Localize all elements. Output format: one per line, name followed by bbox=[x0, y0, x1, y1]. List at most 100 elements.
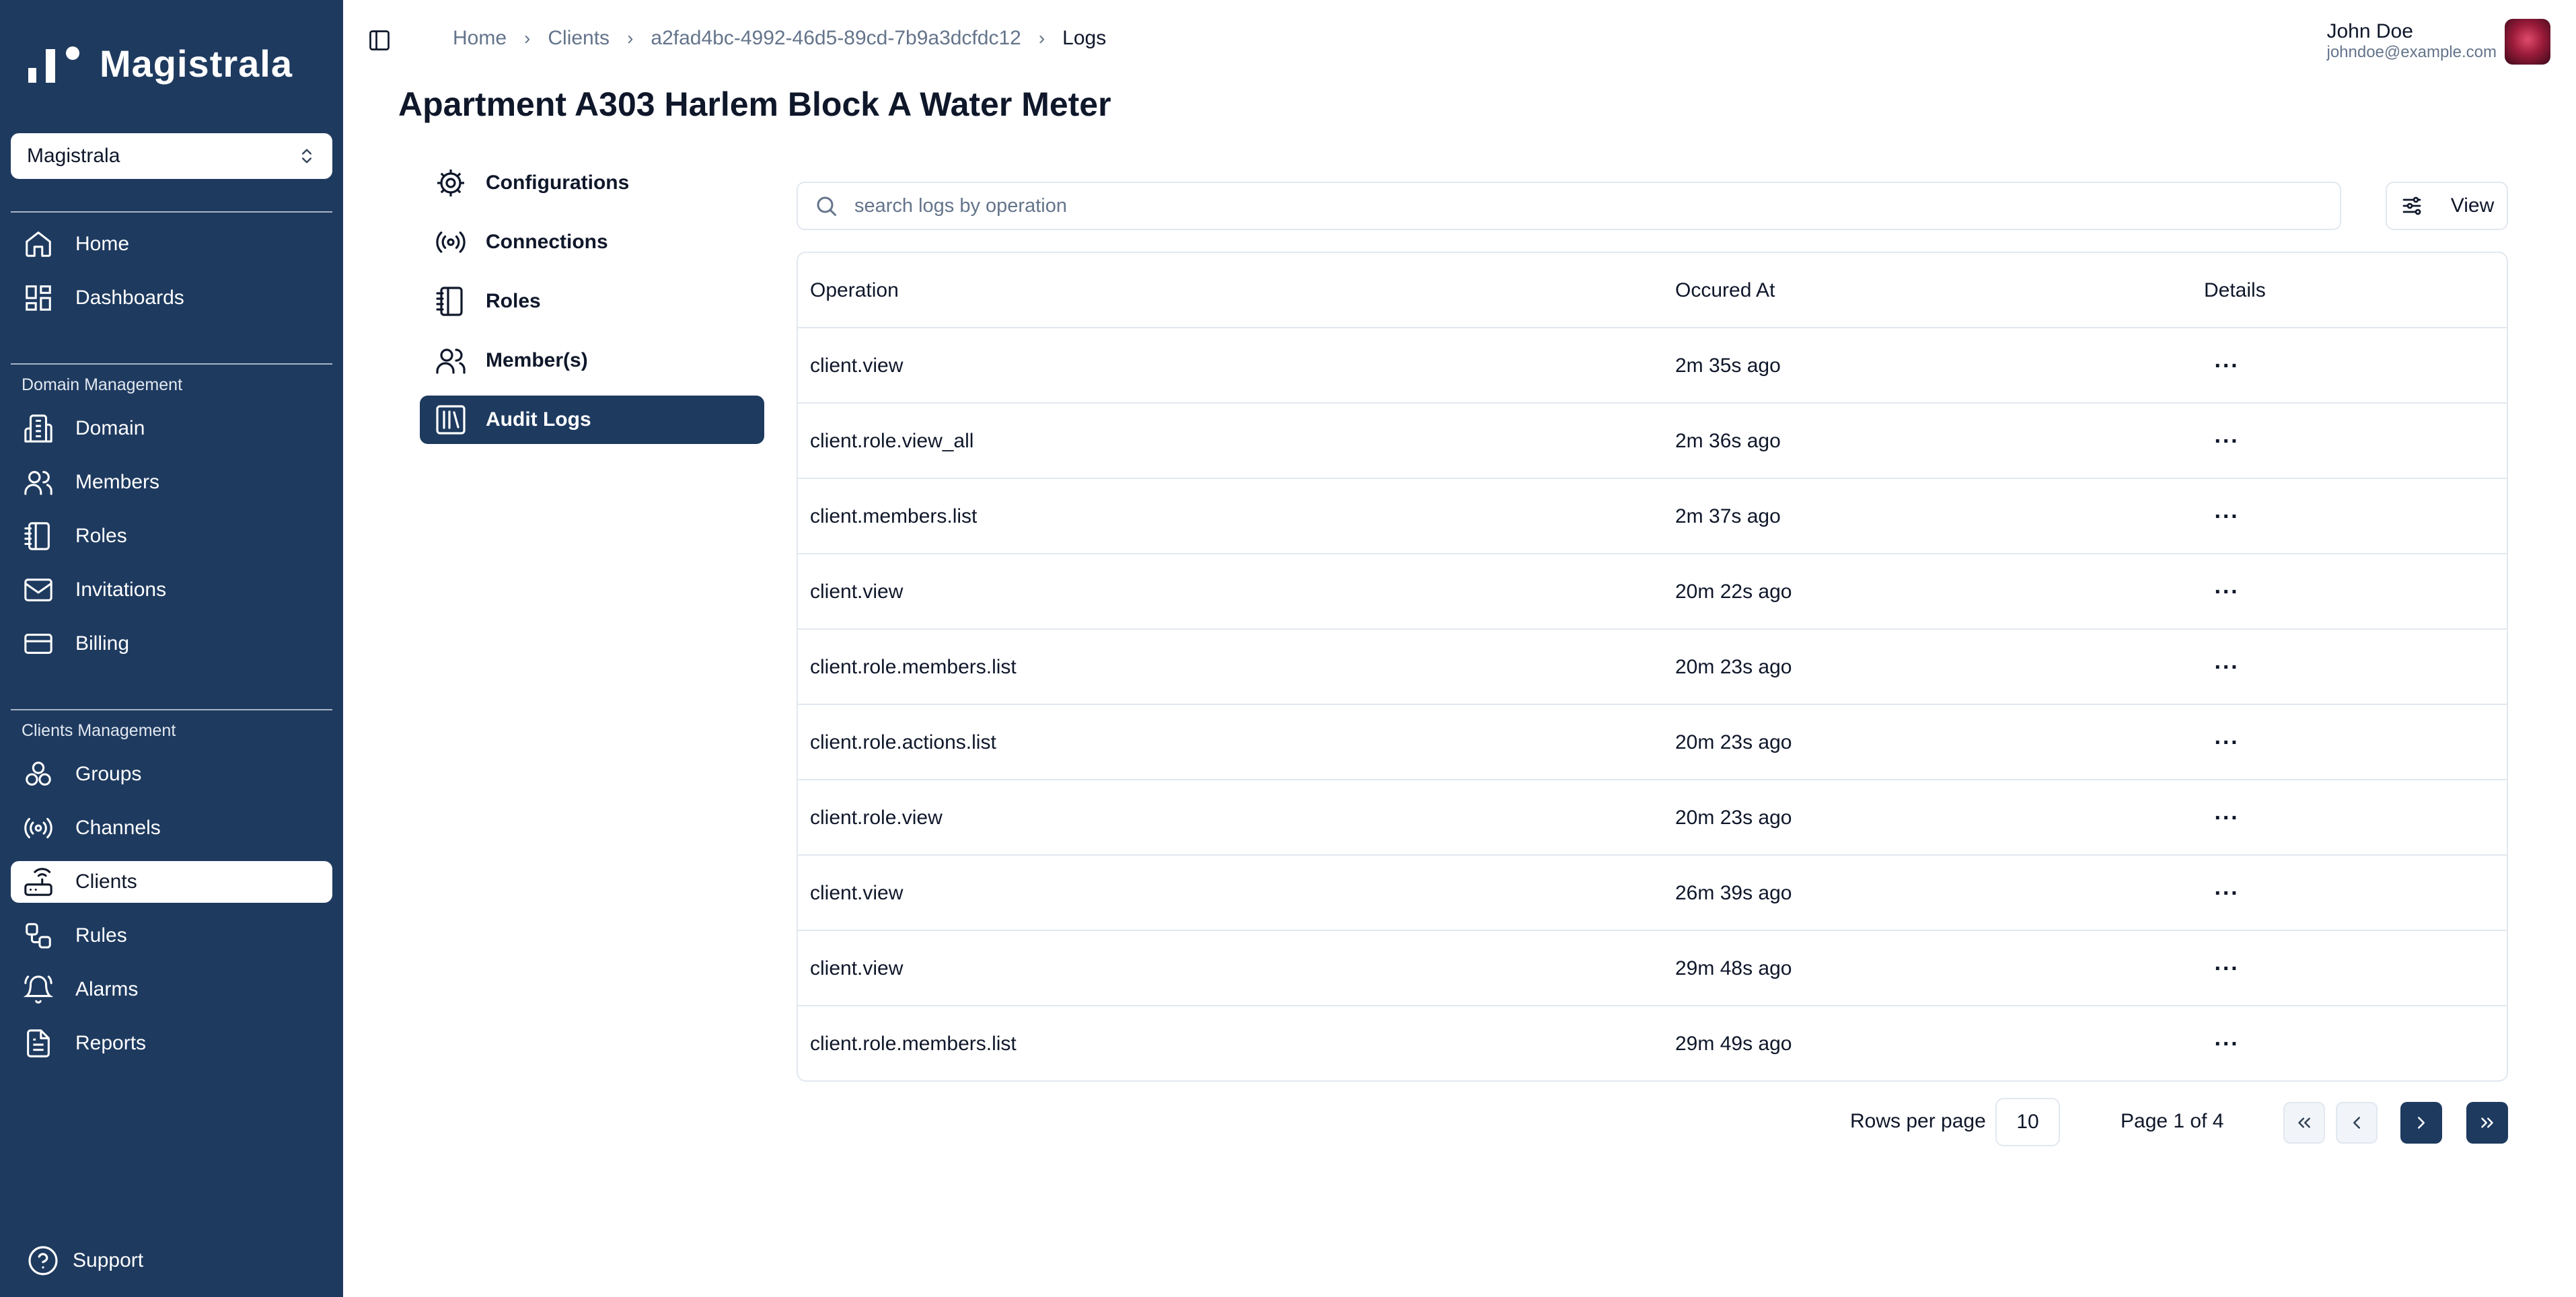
sidebar-item-rules[interactable]: Rules bbox=[11, 915, 332, 957]
column-header-details: Details bbox=[2204, 279, 2266, 301]
column-header-operation[interactable]: Operation bbox=[810, 253, 899, 328]
sidebar-divider bbox=[11, 363, 332, 365]
sidebar-item-label: Groups bbox=[75, 763, 142, 785]
sidebar: Magistrala Magistrala Home Dashboards Do… bbox=[0, 0, 343, 1297]
page-title: Apartment A303 Harlem Block A Water Mete… bbox=[398, 85, 1111, 123]
sidebar-toggle-icon[interactable] bbox=[367, 28, 392, 52]
domain-select[interactable]: Magistrala bbox=[11, 133, 332, 179]
table-row[interactable]: client.view 2m 35s ago ··· bbox=[798, 328, 2507, 404]
more-horizontal-icon[interactable]: ··· bbox=[2213, 705, 2240, 780]
sidebar-item-dashboards[interactable]: Dashboards bbox=[11, 277, 332, 319]
table-header-row: Operation Occured At Details bbox=[798, 253, 2507, 328]
more-horizontal-icon[interactable]: ··· bbox=[2213, 554, 2240, 630]
column-header-occured-at[interactable]: Occured At bbox=[1675, 253, 1775, 328]
user-email: johndoe@example.com bbox=[2326, 43, 2497, 61]
subnav-configurations[interactable]: Configurations bbox=[420, 159, 764, 207]
subnav-audit-logs[interactable]: Audit Logs bbox=[420, 396, 764, 444]
occured-at-cell: 20m 23s ago bbox=[1675, 656, 1792, 678]
sidebar-item-alarms[interactable]: Alarms bbox=[11, 969, 332, 1010]
logo[interactable]: Magistrala bbox=[27, 42, 293, 85]
more-horizontal-icon[interactable]: ··· bbox=[2213, 931, 2240, 1006]
table-row[interactable]: client.role.members.list 20m 23s ago ··· bbox=[798, 630, 2507, 705]
table-row[interactable]: client.view 26m 39s ago ··· bbox=[798, 856, 2507, 931]
support-label: Support bbox=[73, 1249, 144, 1271]
avatar[interactable] bbox=[2505, 19, 2550, 65]
dashboard-icon bbox=[22, 281, 55, 315]
operation-cell: client.view bbox=[810, 957, 904, 979]
sidebar-item-roles[interactable]: Roles bbox=[11, 515, 332, 557]
sidebar-item-clients[interactable]: Clients bbox=[11, 861, 332, 903]
view-button-label: View bbox=[2450, 194, 2495, 217]
chevrons-left-icon bbox=[2298, 1117, 2310, 1128]
user-info[interactable]: John Doe johndoe@example.com bbox=[2326, 20, 2497, 62]
chevron-right-icon: › bbox=[524, 28, 531, 48]
occured-at-cell: 20m 23s ago bbox=[1675, 807, 1792, 829]
mail-icon bbox=[22, 573, 55, 607]
sidebar-item-label: Channels bbox=[75, 817, 161, 839]
chevrons-up-down-icon bbox=[302, 149, 311, 163]
breadcrumb-clients[interactable]: Clients bbox=[548, 27, 610, 50]
members-icon bbox=[22, 466, 55, 499]
breadcrumb-home[interactable]: Home bbox=[453, 27, 507, 50]
more-horizontal-icon[interactable]: ··· bbox=[2213, 780, 2240, 856]
sidebar-item-home[interactable]: Home bbox=[11, 223, 332, 265]
search-icon bbox=[814, 194, 838, 218]
app-root: Magistrala Magistrala Home Dashboards Do… bbox=[0, 0, 2576, 1297]
audit-logs-table: Operation Occured At Details client.view… bbox=[797, 252, 2508, 1082]
sidebar-item-members[interactable]: Members bbox=[11, 461, 332, 503]
breadcrumb-client-id[interactable]: a2fad4bc-4992-46d5-89cd-7b9a3dcfdc12 bbox=[651, 27, 1021, 50]
sidebar-item-label: Reports bbox=[75, 1032, 147, 1054]
rows-per-page-select[interactable]: 10 bbox=[1995, 1098, 2060, 1146]
table-row[interactable]: client.role.actions.list 20m 23s ago ··· bbox=[798, 705, 2507, 780]
table-row[interactable]: client.role.view 20m 23s ago ··· bbox=[798, 780, 2507, 856]
subnav-label: Connections bbox=[486, 231, 608, 253]
domain-icon bbox=[22, 412, 55, 445]
more-horizontal-icon[interactable]: ··· bbox=[2213, 1006, 2240, 1080]
sliders-icon bbox=[2400, 194, 2424, 218]
table-row[interactable]: client.role.members.list 29m 49s ago ··· bbox=[798, 1006, 2507, 1080]
sidebar-item-label: Domain bbox=[75, 417, 145, 439]
view-button[interactable]: View bbox=[2386, 182, 2508, 230]
operation-cell: client.role.members.list bbox=[810, 656, 1017, 678]
table-row[interactable]: client.view 20m 22s ago ··· bbox=[798, 554, 2507, 630]
sidebar-item-channels[interactable]: Channels bbox=[11, 807, 332, 849]
occured-at-cell: 2m 36s ago bbox=[1675, 430, 1781, 452]
help-circle-icon bbox=[27, 1245, 59, 1277]
credit-card-icon bbox=[22, 627, 55, 661]
sidebar-item-invitations[interactable]: Invitations bbox=[11, 569, 332, 611]
sidebar-item-label: Rules bbox=[75, 924, 127, 947]
more-horizontal-icon[interactable]: ··· bbox=[2213, 404, 2240, 479]
file-icon bbox=[22, 1027, 55, 1060]
workflow-icon bbox=[22, 919, 55, 953]
subnav-connections[interactable]: Connections bbox=[420, 218, 764, 266]
sidebar-item-groups[interactable]: Groups bbox=[11, 753, 332, 795]
sidebar-item-domain[interactable]: Domain bbox=[11, 408, 332, 449]
more-horizontal-icon[interactable]: ··· bbox=[2213, 630, 2240, 705]
sidebar-divider bbox=[11, 211, 332, 213]
more-horizontal-icon[interactable]: ··· bbox=[2213, 479, 2240, 554]
subnav-members[interactable]: Member(s) bbox=[420, 336, 764, 385]
magistrala-logo-icon bbox=[27, 44, 87, 84]
table-row[interactable]: client.role.view_all 2m 36s ago ··· bbox=[798, 404, 2507, 479]
previous-page-button[interactable] bbox=[2336, 1102, 2378, 1144]
sidebar-item-reports[interactable]: Reports bbox=[11, 1023, 332, 1064]
sidebar-item-label: Invitations bbox=[75, 579, 167, 601]
logo-title: Magistrala bbox=[100, 42, 293, 85]
table-row[interactable]: client.members.list 2m 37s ago ··· bbox=[798, 479, 2507, 554]
next-page-button[interactable] bbox=[2400, 1102, 2442, 1144]
sidebar-item-label: Home bbox=[75, 233, 130, 255]
subnav-roles[interactable]: Roles bbox=[420, 277, 764, 326]
chevron-right-icon: › bbox=[1038, 28, 1045, 48]
support-link[interactable]: Support bbox=[27, 1245, 143, 1277]
operation-cell: client.role.actions.list bbox=[810, 731, 996, 753]
more-horizontal-icon[interactable]: ··· bbox=[2213, 328, 2240, 404]
first-page-button[interactable] bbox=[2283, 1102, 2325, 1144]
operation-cell: client.role.view_all bbox=[810, 430, 974, 452]
subnav-label: Audit Logs bbox=[486, 408, 591, 431]
search-input[interactable]: search logs by operation bbox=[797, 182, 2341, 230]
more-horizontal-icon[interactable]: ··· bbox=[2213, 856, 2240, 931]
last-page-button[interactable] bbox=[2466, 1102, 2508, 1144]
table-row[interactable]: client.view 29m 48s ago ··· bbox=[798, 931, 2507, 1006]
subnav-label: Configurations bbox=[486, 172, 630, 194]
sidebar-item-billing[interactable]: Billing bbox=[11, 623, 332, 665]
